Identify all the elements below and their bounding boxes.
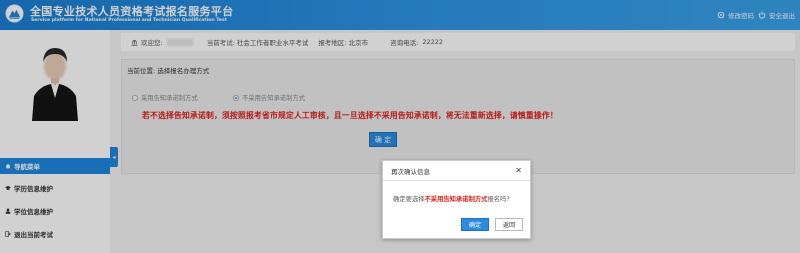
dialog-back-button[interactable]: 返回	[495, 218, 523, 231]
dialog-message-suffix: 报名吗?	[487, 196, 510, 203]
confirm-dialog: 再次确认信息 ✕ 确定要选择不采用告知承诺制方式报名吗? 确定 返回	[382, 160, 531, 239]
dialog-message-emphasis: 不采用告知承诺制方式	[424, 196, 488, 203]
dialog-header: 再次确认信息 ✕	[383, 161, 530, 181]
dialog-ok-button[interactable]: 确定	[461, 218, 489, 231]
dialog-message: 确定要选择不采用告知承诺制方式报名吗?	[393, 194, 510, 203]
dialog-message-prefix: 确定要选择	[393, 196, 425, 203]
dialog-buttons: 确定 返回	[461, 218, 523, 231]
close-icon[interactable]: ✕	[515, 166, 522, 175]
dialog-title: 再次确认信息	[391, 167, 430, 176]
